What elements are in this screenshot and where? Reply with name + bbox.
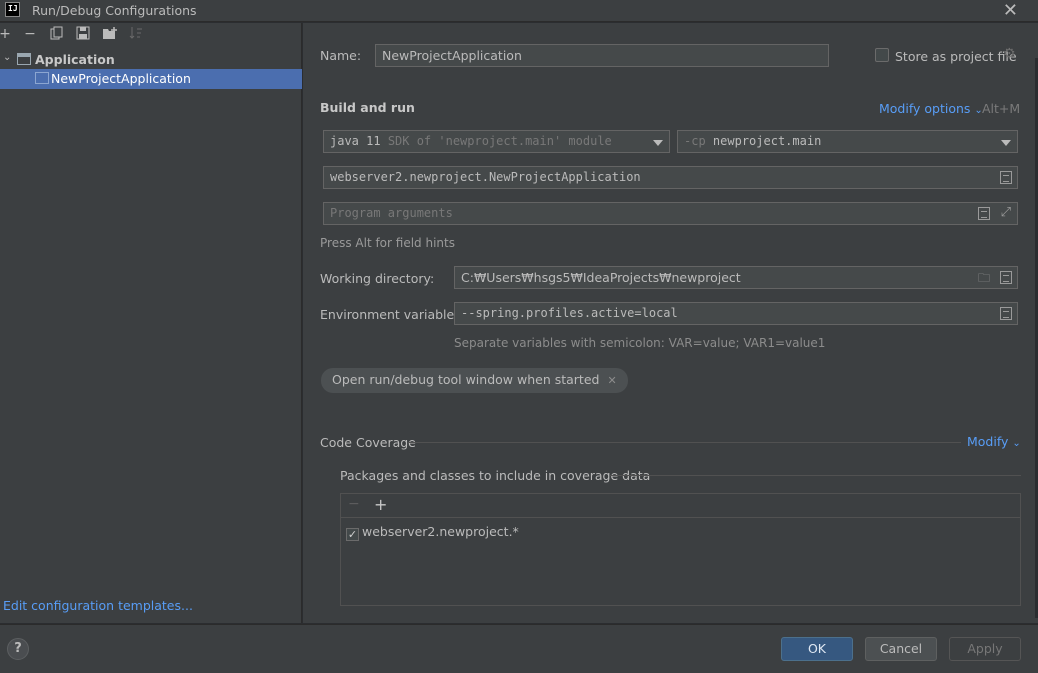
name-label: Name: [320,48,362,63]
application-config-icon [35,72,49,84]
coverage-toolbar: − + [341,494,1020,518]
tree-toolbar: + − [0,23,301,47]
chevron-down-icon [653,140,663,146]
edit-templates-link[interactable]: Edit configuration templates... [3,598,193,613]
jdk-select[interactable]: java 11 SDK of 'newproject.main' module [323,130,670,153]
working-directory-value: C:₩Users₩hsgs5₩IdeaProjects₩newproject [461,270,741,285]
modify-options-shortcut: Alt+M [982,101,1021,116]
remove-icon[interactable]: − [348,496,360,512]
open-tool-window-chip[interactable]: Open run/debug tool window when started ✕ [321,368,628,393]
cp-prefix: -cp [684,134,706,148]
browse-icon[interactable] [1000,307,1012,320]
browse-icon[interactable] [1000,171,1012,184]
configurations-tree-panel: + − ⌄ Application NewProjectApplication … [0,23,302,623]
main-class-value: webserver2.newproject.NewProjectApplicat… [330,170,641,184]
coverage-packages-list: − + ✓ webserver2.newproject.* [340,493,1021,606]
classpath-select[interactable]: -cp newproject.main [677,130,1018,153]
cancel-button[interactable]: Cancel [865,637,937,661]
save-icon[interactable] [75,26,91,42]
close-icon[interactable]: ✕ [607,374,616,387]
environment-variables-label: Environment variables: [320,307,465,322]
sort-icon[interactable] [128,26,144,42]
jdk-detail-text: SDK of 'newproject.main' module [387,134,612,148]
tree-item-label: Application [35,52,115,67]
tree-item-label: NewProjectApplication [51,71,191,86]
tree-item-newprojectapplication[interactable]: NewProjectApplication [0,69,302,89]
remove-icon[interactable]: − [22,26,38,42]
program-arguments-input[interactable]: Program arguments ⤢ [323,202,1018,225]
section-title: Build and run [320,100,415,115]
section-divider [610,475,1021,476]
browse-icon[interactable] [1000,271,1012,284]
coverage-pattern: webserver2.newproject.* [362,524,519,539]
new-folder-icon[interactable] [102,26,118,42]
working-directory-input[interactable]: C:₩Users₩hsgs5₩IdeaProjects₩newproject 🗀 [454,266,1018,289]
folder-icon[interactable]: 🗀 [978,269,990,288]
copy-icon[interactable] [49,26,65,42]
field-hint-text: Press Alt for field hints [320,236,455,250]
section-divider [408,442,961,443]
environment-variables-hint: Separate variables with semicolon: VAR=v… [454,336,826,350]
environment-variables-value: --spring.profiles.active=local [461,306,678,320]
configuration-form: Name: NewProjectApplication Store as pro… [303,23,1038,623]
add-icon[interactable]: + [374,495,387,514]
include-checkbox[interactable]: ✓ [346,528,359,541]
ok-button[interactable]: OK [781,637,853,661]
add-icon[interactable]: + [0,26,13,42]
expand-icon[interactable]: ⤢ [1001,205,1011,220]
cp-selected-value: newproject.main [712,134,822,148]
intellij-logo-icon: IJ [5,2,20,17]
close-icon[interactable]: ✕ [1003,0,1018,21]
title-bar: IJ Run/Debug Configurations ✕ [0,0,1038,22]
environment-variables-input[interactable]: --spring.profiles.active=local [454,302,1018,325]
coverage-modify-label: Modify [967,434,1009,449]
chevron-down-icon[interactable]: ⌄ [3,52,11,63]
browse-icon[interactable] [978,207,990,220]
help-button[interactable]: ? [7,638,29,660]
modify-options-label: Modify options [879,101,971,116]
packages-label: Packages and classes to include in cover… [340,468,651,483]
chip-label: Open run/debug tool window when started [332,372,600,387]
chevron-down-icon: ⌄ [1012,438,1021,449]
gear-icon[interactable]: ⚙ [1003,46,1016,62]
program-arguments-placeholder: Program arguments [330,206,453,220]
working-directory-label: Working directory: [320,271,435,286]
name-input[interactable]: NewProjectApplication [375,44,829,67]
apply-button[interactable]: Apply [949,637,1021,661]
main-class-input[interactable]: webserver2.newproject.NewProjectApplicat… [323,166,1018,189]
tree-item-application[interactable]: ⌄ Application [0,50,302,70]
window-title: Run/Debug Configurations [32,3,197,18]
coverage-modify-link[interactable]: Modify ⌄ [967,434,1021,449]
modify-options-link[interactable]: Modify options ⌄ [879,101,983,116]
code-coverage-title: Code Coverage [320,435,416,450]
jdk-selected-value: java 11 [330,134,381,148]
store-as-project-label: Store as project file [895,49,1017,64]
store-as-project-checkbox[interactable] [875,48,889,62]
list-item[interactable]: ✓ webserver2.newproject.* [346,524,519,541]
dialog-button-bar: ? OK Cancel Apply [0,624,1038,673]
application-config-icon [17,53,31,65]
chevron-down-icon [1001,140,1011,146]
